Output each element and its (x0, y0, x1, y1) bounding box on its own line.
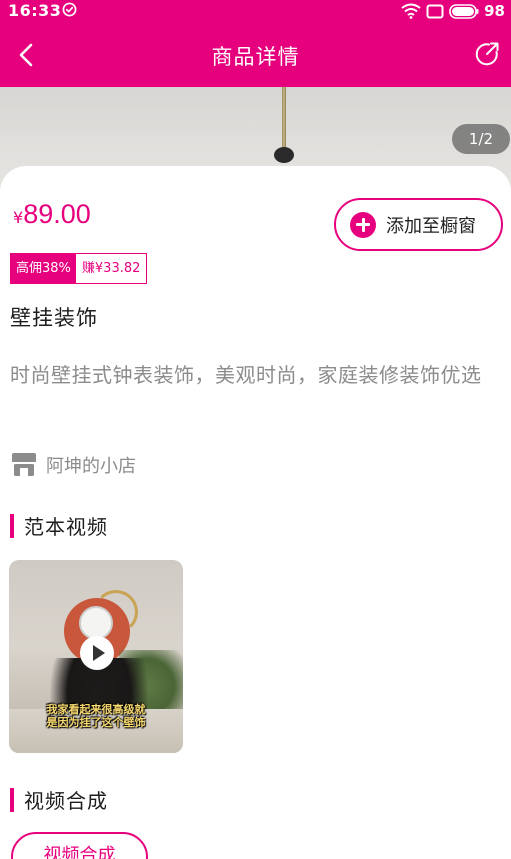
sample-video-section-header: 范本视频 (10, 511, 108, 540)
screen-icon (426, 4, 444, 18)
shop-name: 阿坤的小店 (46, 456, 136, 477)
product-image-knob (274, 147, 294, 163)
status-bar: 16:33 98 (0, 0, 511, 24)
section-accent-bar (10, 513, 14, 538)
earnings-badge: 赚¥33.82 (75, 254, 147, 283)
video-clock-face (79, 606, 113, 640)
product-description: 时尚壁挂式钟表装饰，美观时尚，家庭装修装饰优选 (10, 363, 482, 387)
battery-icon (449, 3, 479, 19)
status-indicators: 98 (401, 2, 505, 20)
play-icon[interactable] (80, 636, 114, 670)
commission-tags: 高佣38% 赚¥33.82 (10, 253, 148, 284)
sample-video-section-title: 范本视频 (24, 515, 108, 539)
currency-symbol: ¥ (13, 208, 24, 227)
product-image-rod (282, 87, 286, 149)
section-accent-bar (10, 787, 14, 812)
product-price: ¥89.00 (13, 199, 91, 230)
plus-circle-icon (350, 211, 376, 238)
video-caption-line1: 我家看起来很高级就 (46, 703, 146, 716)
video-compose-section-title: 视频合成 (24, 789, 108, 813)
add-to-showcase-label: 添加至橱窗 (386, 215, 476, 237)
share-icon[interactable] (473, 40, 501, 68)
sample-video-thumbnail[interactable]: 我家看起来很高级就 是因为挂了这个壁饰 (9, 560, 183, 753)
product-title: 壁挂装饰 (10, 306, 98, 330)
sync-icon (62, 2, 77, 17)
nav-bar: 商品详情 (0, 24, 511, 87)
add-to-showcase-button[interactable]: 添加至橱窗 (334, 198, 503, 251)
video-caption: 我家看起来很高级就 是因为挂了这个壁饰 (9, 703, 183, 729)
commission-rate-badge: 高佣38% (11, 254, 76, 283)
status-time: 16:33 (8, 1, 62, 20)
price-amount: 89.00 (23, 199, 91, 229)
video-compose-button[interactable]: 视频合成 (11, 832, 148, 859)
gallery-page-indicator: 1/2 (452, 124, 510, 154)
store-icon (12, 453, 36, 476)
battery-level: 98 (484, 2, 505, 20)
page-title: 商品详情 (211, 45, 300, 69)
video-compose-section-header: 视频合成 (10, 785, 108, 814)
shop-link[interactable]: 阿坤的小店 (10, 452, 136, 478)
video-caption-line2: 是因为挂了这个壁饰 (46, 716, 146, 729)
wifi-icon (401, 3, 421, 19)
